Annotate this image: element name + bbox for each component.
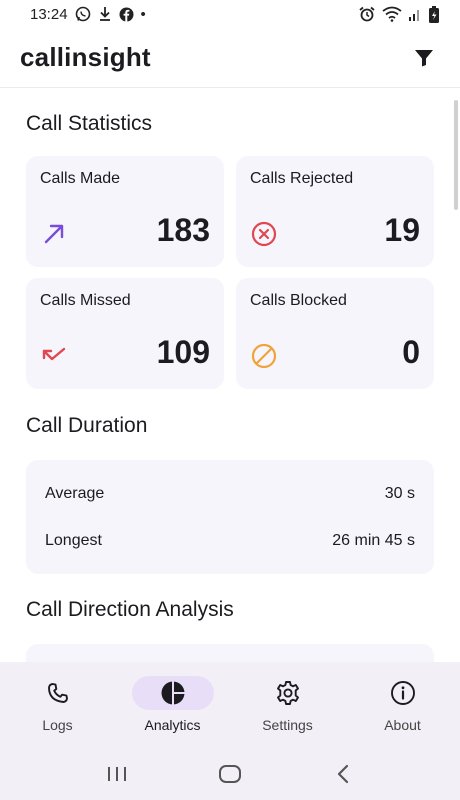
duration-row-longest: Longest 26 min 45 s bbox=[45, 532, 415, 550]
stat-card-calls-missed: Calls Missed 109 bbox=[26, 278, 224, 389]
rejected-call-icon bbox=[250, 220, 278, 248]
app-bar: callinsight bbox=[0, 28, 460, 88]
recents-button[interactable] bbox=[97, 754, 137, 794]
nav-item-settings[interactable]: Settings bbox=[230, 662, 345, 748]
blocked-call-icon bbox=[250, 342, 278, 370]
gear-icon bbox=[247, 676, 329, 710]
filter-icon bbox=[415, 49, 433, 66]
outgoing-call-icon bbox=[40, 220, 68, 248]
home-icon bbox=[218, 765, 241, 783]
stat-card-calls-blocked: Calls Blocked 0 bbox=[236, 278, 434, 389]
status-dot: • bbox=[140, 5, 146, 23]
nav-label: Logs bbox=[42, 717, 73, 733]
phone-icon bbox=[17, 676, 99, 710]
nav-item-analytics[interactable]: Analytics bbox=[115, 662, 230, 748]
status-time: 13:24 bbox=[30, 5, 68, 23]
system-navigation-bar bbox=[0, 748, 460, 800]
analytics-content[interactable]: Call Statistics Calls Made 183 Calls Rej… bbox=[0, 89, 460, 662]
stat-card-calls-rejected: Calls Rejected 19 bbox=[236, 156, 434, 267]
stat-label: Calls Rejected bbox=[250, 170, 354, 187]
battery-icon bbox=[428, 5, 440, 23]
stat-value: 183 bbox=[156, 212, 210, 248]
bottom-navigation: Logs Analytics Settings About bbox=[0, 662, 460, 748]
section-title-call-duration: Call Duration bbox=[26, 414, 148, 437]
nav-label: Analytics bbox=[144, 717, 201, 733]
stat-value: 109 bbox=[156, 334, 210, 370]
duration-label: Longest bbox=[45, 532, 102, 549]
pie-chart-icon bbox=[131, 676, 214, 710]
recents-icon bbox=[107, 767, 126, 781]
back-button[interactable] bbox=[323, 754, 363, 794]
duration-row-average: Average 30 s bbox=[45, 485, 415, 503]
filter-button[interactable] bbox=[408, 42, 440, 74]
nav-item-logs[interactable]: Logs bbox=[0, 662, 115, 748]
info-icon bbox=[362, 676, 444, 710]
home-button[interactable] bbox=[210, 754, 250, 794]
whatsapp-icon bbox=[75, 6, 91, 22]
duration-value: 30 s bbox=[384, 485, 415, 502]
stat-value: 0 bbox=[402, 334, 420, 370]
status-bar: 13:24 • bbox=[0, 0, 460, 28]
scrollbar[interactable] bbox=[454, 100, 458, 210]
stat-card-calls-made: Calls Made 183 bbox=[26, 156, 224, 267]
stat-value: 19 bbox=[384, 212, 420, 248]
alarm-icon bbox=[358, 6, 376, 22]
back-icon bbox=[338, 764, 349, 784]
call-duration-card: Average 30 s Longest 26 min 45 s bbox=[26, 460, 434, 574]
nav-item-about[interactable]: About bbox=[345, 662, 460, 748]
nav-label: About bbox=[384, 717, 421, 733]
stat-label: Calls Missed bbox=[40, 292, 131, 309]
stat-label: Calls Made bbox=[40, 170, 121, 187]
missed-call-icon bbox=[40, 342, 68, 370]
stat-label: Calls Blocked bbox=[250, 292, 347, 309]
download-icon bbox=[98, 6, 112, 22]
wifi-icon bbox=[382, 6, 402, 22]
duration-label: Average bbox=[45, 485, 105, 502]
call-direction-card bbox=[26, 644, 434, 662]
nav-label: Settings bbox=[262, 717, 313, 733]
app-title: callinsight bbox=[20, 42, 151, 72]
duration-value: 26 min 45 s bbox=[332, 532, 415, 549]
section-title-call-direction: Call Direction Analysis bbox=[26, 598, 234, 621]
signal-icon bbox=[408, 7, 422, 21]
facebook-icon bbox=[119, 7, 134, 22]
section-title-call-statistics: Call Statistics bbox=[26, 112, 153, 135]
